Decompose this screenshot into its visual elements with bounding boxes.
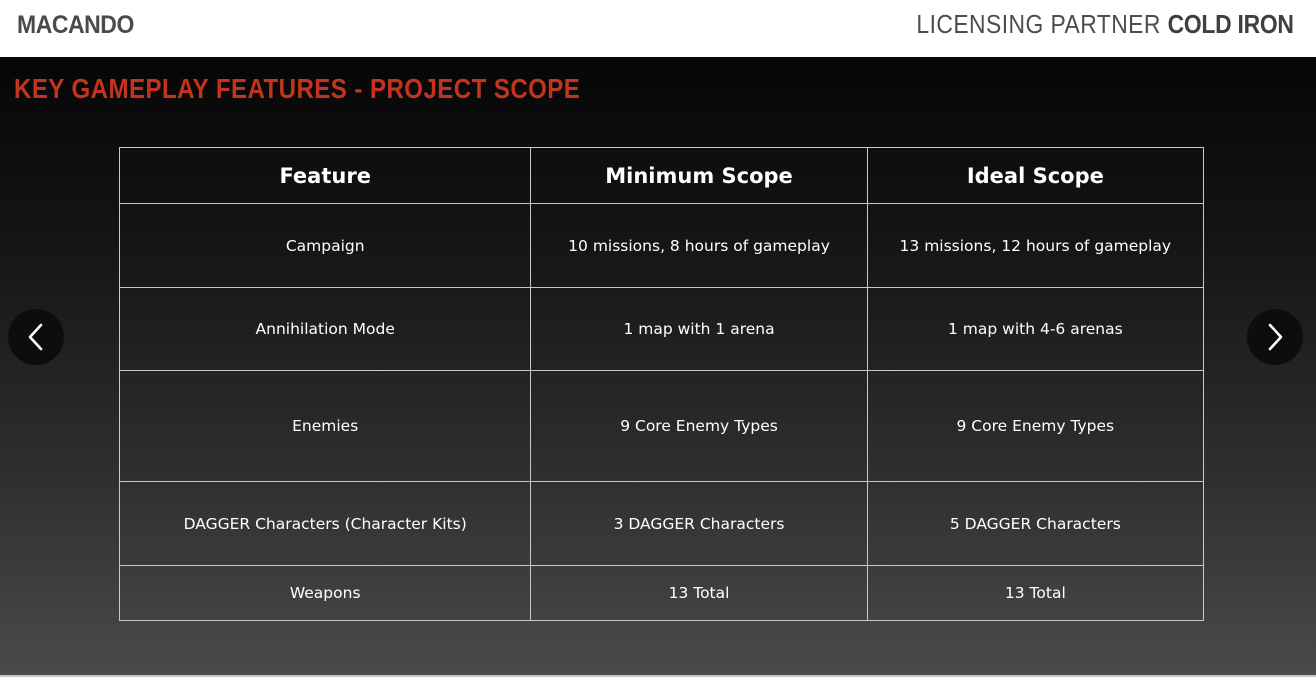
feature-cell: DAGGER Characters (Character Kits) <box>118 481 532 566</box>
scope-table: Feature Minimum Scope Ideal Scope Campai… <box>118 147 1205 621</box>
slide: KEY GAMEPLAY FEATURES - PROJECT SCOPE Fe… <box>0 57 1316 675</box>
feature-cell: Weapons <box>118 565 532 621</box>
header-feature: Feature <box>118 147 532 204</box>
table-row: Campaign 10 missions, 8 hours of gamepla… <box>118 203 1205 288</box>
partner-prefix: LICENSING PARTNER <box>916 9 1162 39</box>
minimum-cell: 13 Total <box>530 565 868 621</box>
table-row: DAGGER Characters (Character Kits) 3 DAG… <box>118 481 1205 566</box>
minimum-cell: 9 Core Enemy Types <box>530 370 868 482</box>
minimum-cell: 10 missions, 8 hours of gameplay <box>530 203 868 288</box>
feature-cell: Campaign <box>118 203 532 288</box>
feature-cell: Enemies <box>118 370 532 482</box>
header-minimum-scope: Minimum Scope <box>530 147 868 204</box>
chevron-left-icon <box>28 323 43 351</box>
feature-cell: Annihilation Mode <box>118 287 532 371</box>
minimum-cell: 3 DAGGER Characters <box>530 481 868 566</box>
ideal-cell: 13 missions, 12 hours of gameplay <box>866 203 1205 288</box>
table-row: Annihilation Mode 1 map with 1 arena 1 m… <box>118 287 1205 371</box>
slide-title: KEY GAMEPLAY FEATURES - PROJECT SCOPE <box>14 73 581 104</box>
page: MACANDO LICENSING PARTNER COLD IRON KEY … <box>0 0 1316 677</box>
minimum-cell: 1 map with 1 arena <box>530 287 868 371</box>
table-row: Weapons 13 Total 13 Total <box>118 565 1205 621</box>
header-ideal-scope: Ideal Scope <box>866 147 1205 204</box>
chevron-right-icon <box>1268 323 1283 351</box>
previous-slide-button[interactable] <box>8 309 64 365</box>
table-row: Enemies 9 Core Enemy Types 9 Core Enemy … <box>118 370 1205 482</box>
partner-name: COLD IRON <box>1167 9 1294 39</box>
ideal-cell: 5 DAGGER Characters <box>866 481 1205 566</box>
ideal-cell: 1 map with 4-6 arenas <box>866 287 1205 371</box>
licensing-partner: LICENSING PARTNER COLD IRON <box>917 9 1294 40</box>
brand-logo: MACANDO <box>17 11 134 39</box>
header-bar: MACANDO LICENSING PARTNER COLD IRON <box>0 0 1316 57</box>
ideal-cell: 9 Core Enemy Types <box>866 370 1205 482</box>
next-slide-button[interactable] <box>1247 309 1303 365</box>
ideal-cell: 13 Total <box>866 565 1205 621</box>
table-header-row: Feature Minimum Scope Ideal Scope <box>118 147 1205 204</box>
